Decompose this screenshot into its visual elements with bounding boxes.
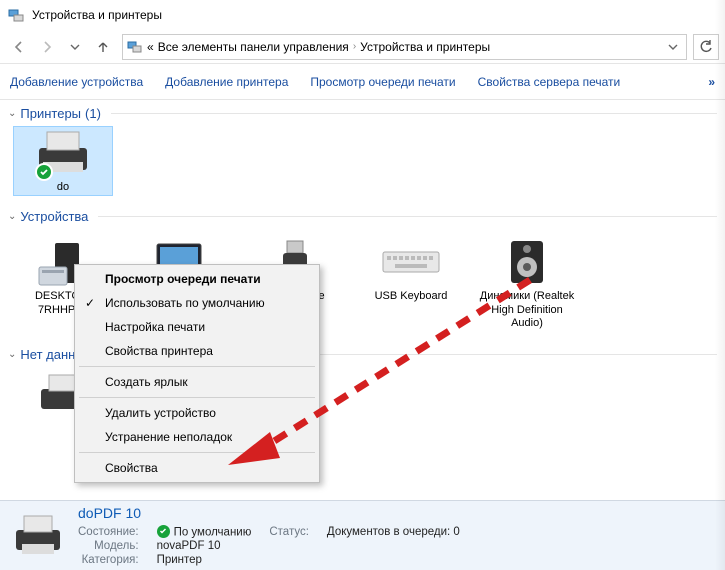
control-panel-icon <box>127 39 143 55</box>
server-properties-command[interactable]: Свойства сервера печати <box>478 75 621 89</box>
printer-icon <box>31 127 95 179</box>
printer-icon <box>10 512 66 560</box>
context-menu: Просмотр очереди печати ✓ Использовать п… <box>74 264 320 483</box>
more-commands-button[interactable]: » <box>708 75 715 89</box>
add-printer-command[interactable]: Добавление принтера <box>165 75 288 89</box>
command-bar: Добавление устройства Добавление принтер… <box>0 64 725 100</box>
printer-item-selected[interactable]: do <box>14 127 112 195</box>
ctx-open-queue[interactable]: Просмотр очереди печати <box>75 267 319 291</box>
window-title: Устройства и принтеры <box>32 8 162 22</box>
chevron-down-icon: ⌄ <box>8 349 16 360</box>
address-dropdown-button[interactable] <box>664 42 682 52</box>
forward-button[interactable] <box>34 34 60 60</box>
separator <box>79 452 315 453</box>
recent-locations-button[interactable] <box>62 34 88 60</box>
group-count: (1) <box>85 106 101 121</box>
device-label: Динамики (Realtek High Definition Audio) <box>478 290 576 331</box>
back-button[interactable] <box>6 34 32 60</box>
device-item[interactable]: Динамики (Realtek High Definition Audio) <box>478 236 576 331</box>
details-state-value: По умолчанию <box>157 525 252 539</box>
breadcrumb-prefix: « <box>147 40 154 54</box>
separator <box>79 397 315 398</box>
keyboard-icon <box>379 236 443 288</box>
speaker-icon <box>495 236 559 288</box>
details-status-value: Документов в очереди: 0 <box>327 526 460 538</box>
group-header-devices[interactable]: ⌄ Устройства <box>0 203 725 226</box>
navbar: « Все элементы панели управления › Устро… <box>0 30 725 64</box>
device-label: USB Keyboard <box>375 290 448 304</box>
details-category-label: Категория: <box>78 554 139 566</box>
group-label: Устройства <box>20 209 88 224</box>
devices-printers-icon <box>8 7 24 23</box>
details-category-value: Принтер <box>157 554 252 566</box>
chevron-down-icon: ⌄ <box>8 211 16 222</box>
ctx-set-default[interactable]: ✓ Использовать по умолчанию <box>75 291 319 315</box>
breadcrumb-item[interactable]: Устройства и принтеры <box>360 40 490 54</box>
details-status-label: Статус: <box>269 526 309 538</box>
breadcrumb-item[interactable]: Все элементы панели управления <box>158 40 349 54</box>
chevron-down-icon: ⌄ <box>8 108 16 119</box>
device-item[interactable]: USB Keyboard <box>362 236 460 331</box>
view-queue-command[interactable]: Просмотр очереди печати <box>310 75 455 89</box>
torn-edge-decoration <box>715 0 725 570</box>
ctx-printing-preferences[interactable]: Настройка печати <box>75 315 319 339</box>
details-model-value: novaPDF 10 <box>157 540 252 552</box>
details-pane: doPDF 10 Состояние: По умолчанию Статус:… <box>0 500 725 570</box>
separator <box>79 366 315 367</box>
ctx-properties[interactable]: Свойства <box>75 456 319 480</box>
ctx-remove-device[interactable]: Удалить устройство <box>75 401 319 425</box>
default-badge-icon <box>35 163 53 181</box>
ok-badge-icon <box>157 525 170 538</box>
group-label: Принтеры <box>20 106 81 121</box>
details-title: doPDF 10 <box>78 505 460 521</box>
details-model-label: Модель: <box>78 540 139 552</box>
ctx-create-shortcut[interactable]: Создать ярлык <box>75 370 319 394</box>
breadcrumb-chevron-icon[interactable]: › <box>353 41 356 52</box>
content-pane: ⌄ Принтеры (1) do ⌄ Устройства DESKTOP-7… <box>0 100 725 530</box>
group-header-printers[interactable]: ⌄ Принтеры (1) <box>0 100 725 123</box>
ctx-printer-properties[interactable]: Свойства принтера <box>75 339 319 363</box>
add-device-command[interactable]: Добавление устройства <box>10 75 143 89</box>
address-bar[interactable]: « Все элементы панели управления › Устро… <box>122 34 687 60</box>
ctx-troubleshoot[interactable]: Устранение неполадок <box>75 425 319 449</box>
up-button[interactable] <box>90 34 116 60</box>
device-label: do <box>57 181 69 195</box>
checkmark-icon: ✓ <box>85 296 95 310</box>
titlebar: Устройства и принтеры <box>0 0 725 30</box>
details-state-label: Состояние: <box>78 526 139 538</box>
